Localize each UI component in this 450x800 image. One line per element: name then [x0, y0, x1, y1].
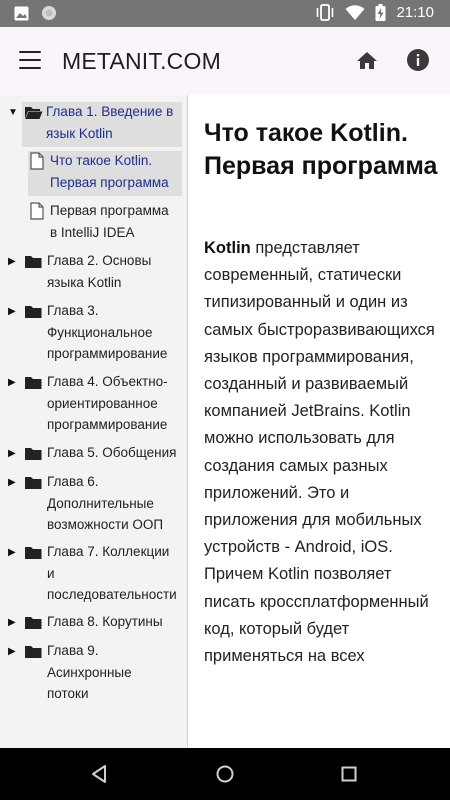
wifi-icon — [345, 4, 365, 20]
page-icon — [30, 152, 44, 170]
page-icon — [30, 202, 44, 220]
info-icon[interactable] — [406, 48, 430, 72]
app-bar: METANIT.COM — [0, 27, 450, 95]
home-icon[interactable] — [355, 49, 379, 73]
sidebar-tree: ▼ Глава 1. Введение в язык Kotlin Что такое… — [0, 95, 188, 748]
tree-item-label[interactable]: потоки — [47, 683, 89, 705]
app-title[interactable]: METANIT.COM — [62, 48, 221, 75]
status-bar: 21:10 — [0, 0, 450, 27]
tree-item-label[interactable]: Глава 2. Основы — [47, 250, 151, 272]
folder-open-icon — [25, 107, 43, 119]
expand-arrow-right-icon[interactable]: ▶ — [8, 617, 16, 628]
tree-item-label[interactable]: язык Kotlin — [46, 123, 113, 145]
folder-icon — [25, 377, 42, 389]
tree-item-label[interactable]: программирование — [47, 414, 167, 436]
system-nav-bar — [0, 748, 450, 800]
expand-arrow-down-icon[interactable]: ▼ — [8, 107, 18, 118]
tree-item-label[interactable]: Дополнительные — [47, 493, 154, 515]
folder-icon — [25, 256, 42, 268]
tree-item-label[interactable]: возможности ООП — [47, 514, 163, 536]
tree-item-label[interactable]: Что такое Kotlin. — [50, 150, 152, 172]
expand-arrow-right-icon[interactable]: ▶ — [8, 256, 16, 267]
tree-item-label[interactable]: языка Kotlin — [47, 272, 121, 294]
folder-icon — [25, 306, 42, 318]
status-time: 21:10 — [396, 4, 434, 21]
article-body: Kotlin представляет современный, статиче… — [204, 235, 444, 670]
vibrate-icon — [317, 4, 334, 21]
article-title: Что такое Kotlin. Первая программа — [204, 119, 438, 180]
folder-icon — [25, 547, 42, 559]
article-text: представляет современный, статически тип… — [204, 239, 435, 666]
tree-item-label[interactable]: последовательности — [47, 584, 177, 606]
recents-icon[interactable] — [338, 763, 360, 785]
expand-arrow-right-icon[interactable]: ▶ — [8, 306, 16, 317]
folder-icon — [25, 646, 42, 658]
hamburger-menu-icon[interactable] — [19, 51, 41, 69]
tree-item-label[interactable]: Глава 7. Коллекции — [47, 541, 169, 563]
tree-item-label[interactable]: в IntelliJ IDEA — [50, 222, 134, 244]
expand-arrow-right-icon[interactable]: ▶ — [8, 547, 16, 558]
folder-icon — [25, 617, 42, 629]
expand-arrow-right-icon[interactable]: ▶ — [8, 448, 16, 459]
folder-icon — [25, 448, 42, 460]
tree-item-label[interactable]: Глава 1. Введение в — [46, 101, 173, 123]
expand-arrow-right-icon[interactable]: ▶ — [8, 377, 16, 388]
expand-arrow-right-icon[interactable]: ▶ — [8, 477, 16, 488]
tree-item-label[interactable]: Глава 4. Объектно- — [47, 371, 168, 393]
battery-charging-icon — [375, 4, 386, 21]
tree-item-label[interactable]: Функциональное — [47, 322, 153, 344]
tree-item-label[interactable]: Глава 6. — [47, 471, 98, 493]
home-circle-icon[interactable] — [214, 763, 236, 785]
tree-item-label[interactable]: и — [47, 563, 55, 585]
expand-arrow-right-icon[interactable]: ▶ — [8, 646, 16, 657]
article-content: Что такое Kotlin. Первая программа Kotli… — [188, 95, 450, 748]
back-icon[interactable] — [89, 763, 111, 785]
tree-item-label[interactable]: Глава 3. — [47, 300, 98, 322]
tree-item-label[interactable]: Первая программа — [50, 200, 169, 222]
tree-item-label[interactable]: программирование — [47, 343, 167, 365]
article-bold-lead: Kotlin — [204, 239, 251, 257]
tree-item-label[interactable]: Асинхронные — [47, 662, 132, 684]
circle-icon — [42, 6, 56, 20]
tree-item-label[interactable]: Глава 9. — [47, 640, 98, 662]
tree-item-label[interactable]: Первая программа — [50, 172, 169, 194]
image-icon — [14, 6, 29, 20]
tree-item-label[interactable]: ориентированное — [47, 393, 158, 415]
tree-item-label[interactable]: Глава 5. Обобщения — [47, 442, 176, 464]
tree-item-label[interactable]: Глава 8. Корутины — [47, 611, 163, 633]
folder-icon — [25, 477, 42, 489]
